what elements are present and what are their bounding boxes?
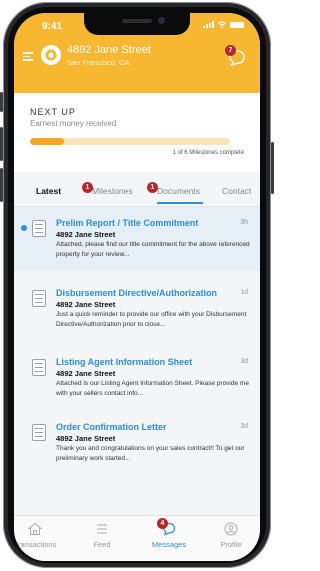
tab-documents[interactable]: Documents: [157, 186, 200, 196]
volume-down-button: [0, 168, 3, 202]
nav-label-feed: Feed: [93, 540, 111, 549]
property-address: 4892 Jane Street: [67, 44, 151, 56]
item-time: 1d: [240, 289, 248, 296]
item-preview: Just a quick reminder to provide our off…: [56, 311, 247, 328]
document-icon: [32, 290, 46, 307]
side-button: [0, 92, 3, 112]
list-item[interactable]: Order Confirmation Letter 3d 4892 Jane S…: [14, 411, 260, 475]
chat-button[interactable]: 7: [225, 45, 246, 67]
speaker: [122, 19, 152, 23]
property-city: San Francisco, CA: [67, 58, 130, 67]
messages-badge: 4: [157, 518, 168, 529]
app-screen: 9:41 4892 Jane Street San Francisco, CA …: [14, 13, 260, 561]
milestone-count: 1 of 6 Milestones complete: [172, 150, 244, 156]
house-icon: [45, 49, 57, 61]
item-preview: Attached, please find our title commitme…: [56, 241, 250, 258]
status-time: 9:41: [42, 21, 63, 32]
item-time: 3d: [240, 358, 248, 365]
camera: [158, 17, 165, 24]
unread-dot: [21, 225, 27, 231]
nav-label-messages: Messages: [151, 540, 187, 549]
tab-milestones[interactable]: Milestones: [92, 186, 133, 196]
item-address: 4892 Jane Street: [56, 230, 116, 239]
document-icon: [32, 359, 46, 376]
signal-icon: [203, 21, 214, 28]
nav-profile[interactable]: Profile: [204, 522, 258, 549]
house-icon: [28, 522, 42, 535]
list-icon: [97, 524, 107, 534]
next-up-card[interactable]: NEXT UP Earnest money received 1 of 6 Mi…: [14, 93, 260, 172]
chat-badge: 7: [225, 45, 236, 56]
item-title: Disbursement Directive/Authorization: [56, 288, 218, 298]
item-address: 4892 Jane Street: [56, 300, 116, 309]
list-item[interactable]: Disbursement Directive/Authorization 1d …: [14, 277, 260, 341]
volume-up-button: [0, 127, 3, 161]
nav-messages[interactable]: Messages 4: [142, 518, 196, 549]
item-address: 4892 Jane Street: [56, 369, 116, 378]
item-title: Prelim Report / Title Commitment: [56, 218, 199, 228]
item-title: Order Confirmation Letter: [56, 422, 167, 432]
milestone-progress-bar: [30, 138, 230, 145]
bottom-nav: Transactions Feed Messages 4 Profile: [14, 515, 260, 561]
status-icons: [203, 21, 244, 28]
document-icon: [32, 424, 46, 441]
document-icon: [32, 220, 46, 237]
property-avatar[interactable]: [41, 45, 61, 65]
item-time: 3h: [240, 219, 248, 226]
power-button: [271, 142, 274, 194]
menu-icon[interactable]: [23, 50, 33, 63]
item-address: 4892 Jane Street: [56, 434, 116, 443]
person-icon: [224, 522, 238, 536]
tab-latest[interactable]: Latest: [36, 186, 61, 196]
notch: [84, 13, 190, 35]
next-up-subtitle: Earnest money received: [30, 119, 117, 128]
tab-contact[interactable]: Contact: [222, 186, 251, 196]
documents-badge: 1: [147, 182, 158, 193]
tab-underline: [157, 202, 203, 204]
list-item[interactable]: Listing Agent Information Sheet 3d 4892 …: [14, 346, 260, 410]
item-title: Listing Agent Information Sheet: [56, 357, 193, 367]
item-time: 3d: [240, 423, 248, 430]
item-preview: Attached is our Listing Agent Informatio…: [56, 380, 249, 397]
tab-bar: Latest Milestones 1 Documents 1 Contact: [14, 172, 260, 207]
list-item[interactable]: Prelim Report / Title Commitment 3h 4892…: [14, 207, 260, 271]
next-up-title: NEXT UP: [30, 107, 76, 117]
milestones-badge: 1: [82, 182, 93, 193]
nav-label-profile: Profile: [220, 540, 242, 549]
battery-icon: [230, 21, 244, 28]
nav-feed[interactable]: Feed: [75, 522, 129, 549]
item-preview: Thank you and congratulations on your sa…: [56, 445, 245, 462]
nav-transactions[interactable]: Transactions: [14, 522, 62, 549]
nav-label-transactions: Transactions: [14, 540, 57, 549]
milestone-progress-fill: [30, 138, 64, 145]
wifi-icon: [217, 21, 227, 28]
